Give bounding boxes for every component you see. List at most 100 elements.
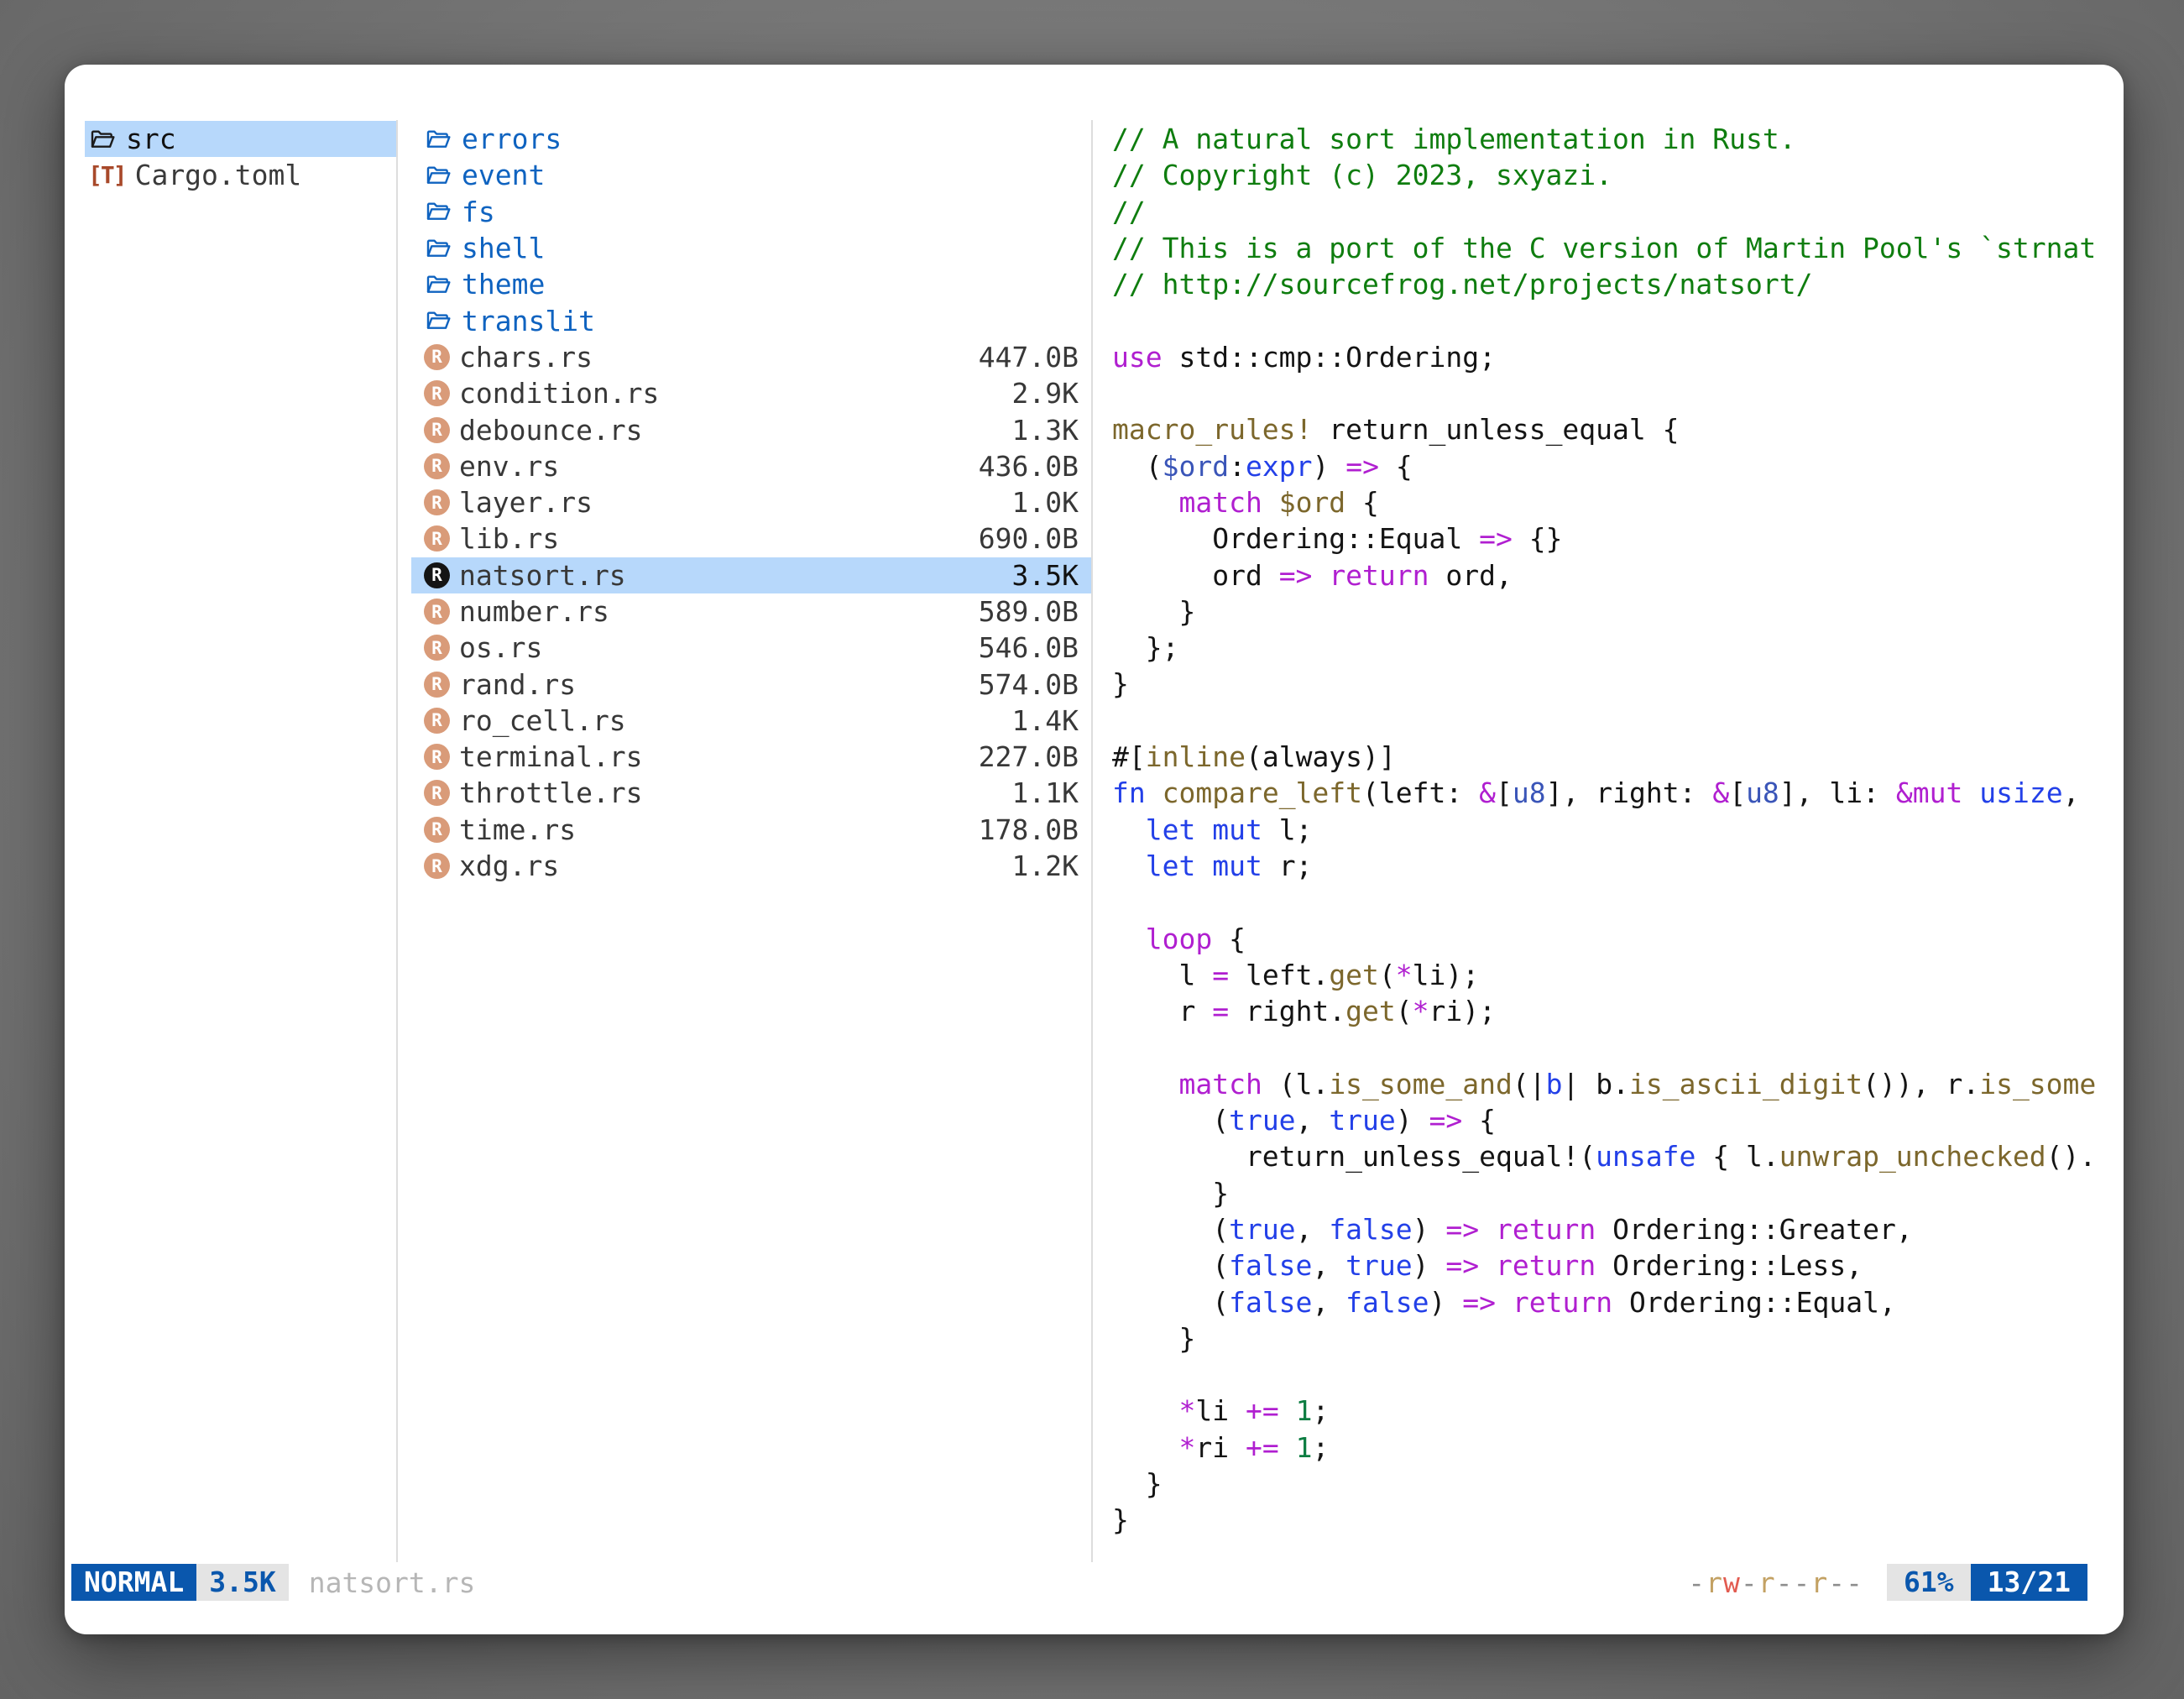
entry-name: layer.rs [459,486,593,519]
code-line [1112,1029,2124,1065]
file-row-layer.rs[interactable]: Rlayer.rs 1.0K [411,484,1091,520]
entry-size: 436.0B [979,450,1079,483]
entry-name: throttle.rs [459,776,643,809]
rust-icon: R [424,672,450,698]
entry-size: 178.0B [979,813,1079,846]
file-row-xdg.rs[interactable]: Rxdg.rs1.2K [411,848,1091,884]
entry-name: theme [462,268,545,301]
code-line: fn compare_left(left: &[u8], right: &[u8… [1112,775,2124,811]
rust-icon: R [424,417,450,443]
folder-icon [424,125,452,154]
entry-size: 1.4K [1012,704,1079,737]
file-row-terminal.rs[interactable]: Rterminal.rs 227.0B [411,739,1091,775]
entry-name: lib.rs [459,522,559,555]
code-line: Ordering::Equal => {} [1112,520,2124,557]
code-line [1112,884,2124,920]
entry-name: event [462,159,545,191]
dir-row-src[interactable]: src [85,121,396,157]
file-row-debounce.rs[interactable]: Rdebounce.rs 1.3K [411,411,1091,447]
status-bar: NORMAL 3.5K natsort.rs -rw-r--r-- 61% 13… [71,1564,2087,1601]
rust-icon: R [424,744,450,770]
code-line: (false, true) => return Ordering::Less, [1112,1247,2124,1283]
code-line: (false, false) => return Ordering::Equal… [1112,1284,2124,1320]
code-line: loop { [1112,921,2124,957]
code-line: } [1112,593,2124,630]
rust-icon: R [424,453,450,479]
mode-badge: NORMAL [71,1564,196,1601]
file-manager-window: src[T] Cargo.toml errorseventfsshell theme… [65,65,2124,1634]
file-row-natsort.rs[interactable]: Rnatsort.rs3.5K [411,557,1091,593]
current-pane: errorseventfsshell theme translitRchars.rs… [411,121,1091,884]
entry-name: terminal.rs [459,740,643,773]
file-row-ro_cell.rs[interactable]: Rro_cell.rs 1.4K [411,703,1091,739]
code-line [1112,375,2124,411]
entry-name: number.rs [459,595,609,628]
entry-name: translit [462,305,595,337]
code-line: (true, true) => { [1112,1102,2124,1138]
rust-icon: R [424,562,450,588]
file-row-os.rs[interactable]: Ros.rs546.0B [411,630,1091,666]
code-line: #[inline(always)] [1112,739,2124,775]
file-row-rand.rs[interactable]: Rrand.rs574.0B [411,666,1091,702]
entry-name: ro_cell.rs [459,704,626,737]
dir-row-translit[interactable]: translit [411,302,1091,338]
file-row-Cargo.toml[interactable]: [T] Cargo.toml [85,157,396,193]
rust-icon: R [424,780,450,806]
code-line: macro_rules! return_unless_equal { [1112,411,2124,447]
entry-name: Cargo.toml [135,159,302,191]
file-row-condition.rs[interactable]: Rcondition.rs2.9K [411,375,1091,411]
file-row-time.rs[interactable]: Rtime.rs178.0B [411,812,1091,848]
code-line: ($ord:expr) => { [1112,448,2124,484]
entry-name: xdg.rs [459,850,559,882]
parent-pane: src[T] Cargo.toml [85,121,396,194]
entry-name: env.rs [459,450,559,483]
entry-name: rand.rs [459,668,576,701]
code-line: // A natural sort implementation in Rust… [1112,121,2124,157]
entry-size: 2.9K [1012,377,1079,410]
rust-icon: R [424,853,450,879]
rust-icon: R [424,817,450,843]
entry-size: 589.0B [979,595,1079,628]
code-line: // Copyright (c) 2023, sxyazi. [1112,157,2124,193]
code-line [1112,302,2124,338]
entry-name: src [126,123,176,155]
code-line: use std::cmp::Ordering; [1112,339,2124,375]
code-line: return_unless_equal!(unsafe { l.unwrap_u… [1112,1138,2124,1174]
dir-row-theme[interactable]: theme [411,266,1091,302]
rust-icon: R [424,599,450,625]
status-filename: natsort.rs [309,1566,476,1599]
file-row-env.rs[interactable]: Renv.rs 436.0B [411,448,1091,484]
code-line: *ri += 1; [1112,1430,2124,1466]
dir-row-fs[interactable]: fs [411,194,1091,230]
code-line: } [1112,1502,2124,1538]
entry-name: os.rs [459,631,542,664]
rust-icon: R [424,489,450,515]
dir-row-errors[interactable]: errors [411,121,1091,157]
folder-icon [424,234,452,263]
code-line [1112,703,2124,739]
file-row-lib.rs[interactable]: Rlib.rs690.0B [411,520,1091,557]
file-row-chars.rs[interactable]: Rchars.rs447.0B [411,339,1091,375]
code-line: // http://sourcefrog.net/projects/natsor… [1112,266,2124,302]
entry-name: debounce.rs [459,414,643,447]
code-line: } [1112,1175,2124,1211]
entry-name: natsort.rs [459,559,626,592]
rust-icon: R [424,708,450,734]
preview-pane: // A natural sort implementation in Rust… [1112,121,2124,1539]
file-row-number.rs[interactable]: Rnumber.rs 589.0B [411,593,1091,630]
code-line: } [1112,666,2124,702]
toml-icon: [T] [88,161,126,189]
entry-size: 1.1K [1012,776,1079,809]
code-line [1112,1357,2124,1393]
code-line: (true, false) => return Ordering::Greate… [1112,1211,2124,1247]
file-size-badge: 3.5K [196,1564,288,1601]
permissions: -rw-r--r-- [1688,1566,1863,1599]
rust-icon: R [424,380,450,406]
entry-size: 1.3K [1012,414,1079,447]
file-row-throttle.rs[interactable]: Rthrottle.rs 1.1K [411,775,1091,811]
entry-size: 227.0B [979,740,1079,773]
dir-row-event[interactable]: event [411,157,1091,193]
entry-size: 1.0K [1012,486,1079,519]
entry-name: shell [462,232,545,264]
dir-row-shell[interactable]: shell [411,230,1091,266]
